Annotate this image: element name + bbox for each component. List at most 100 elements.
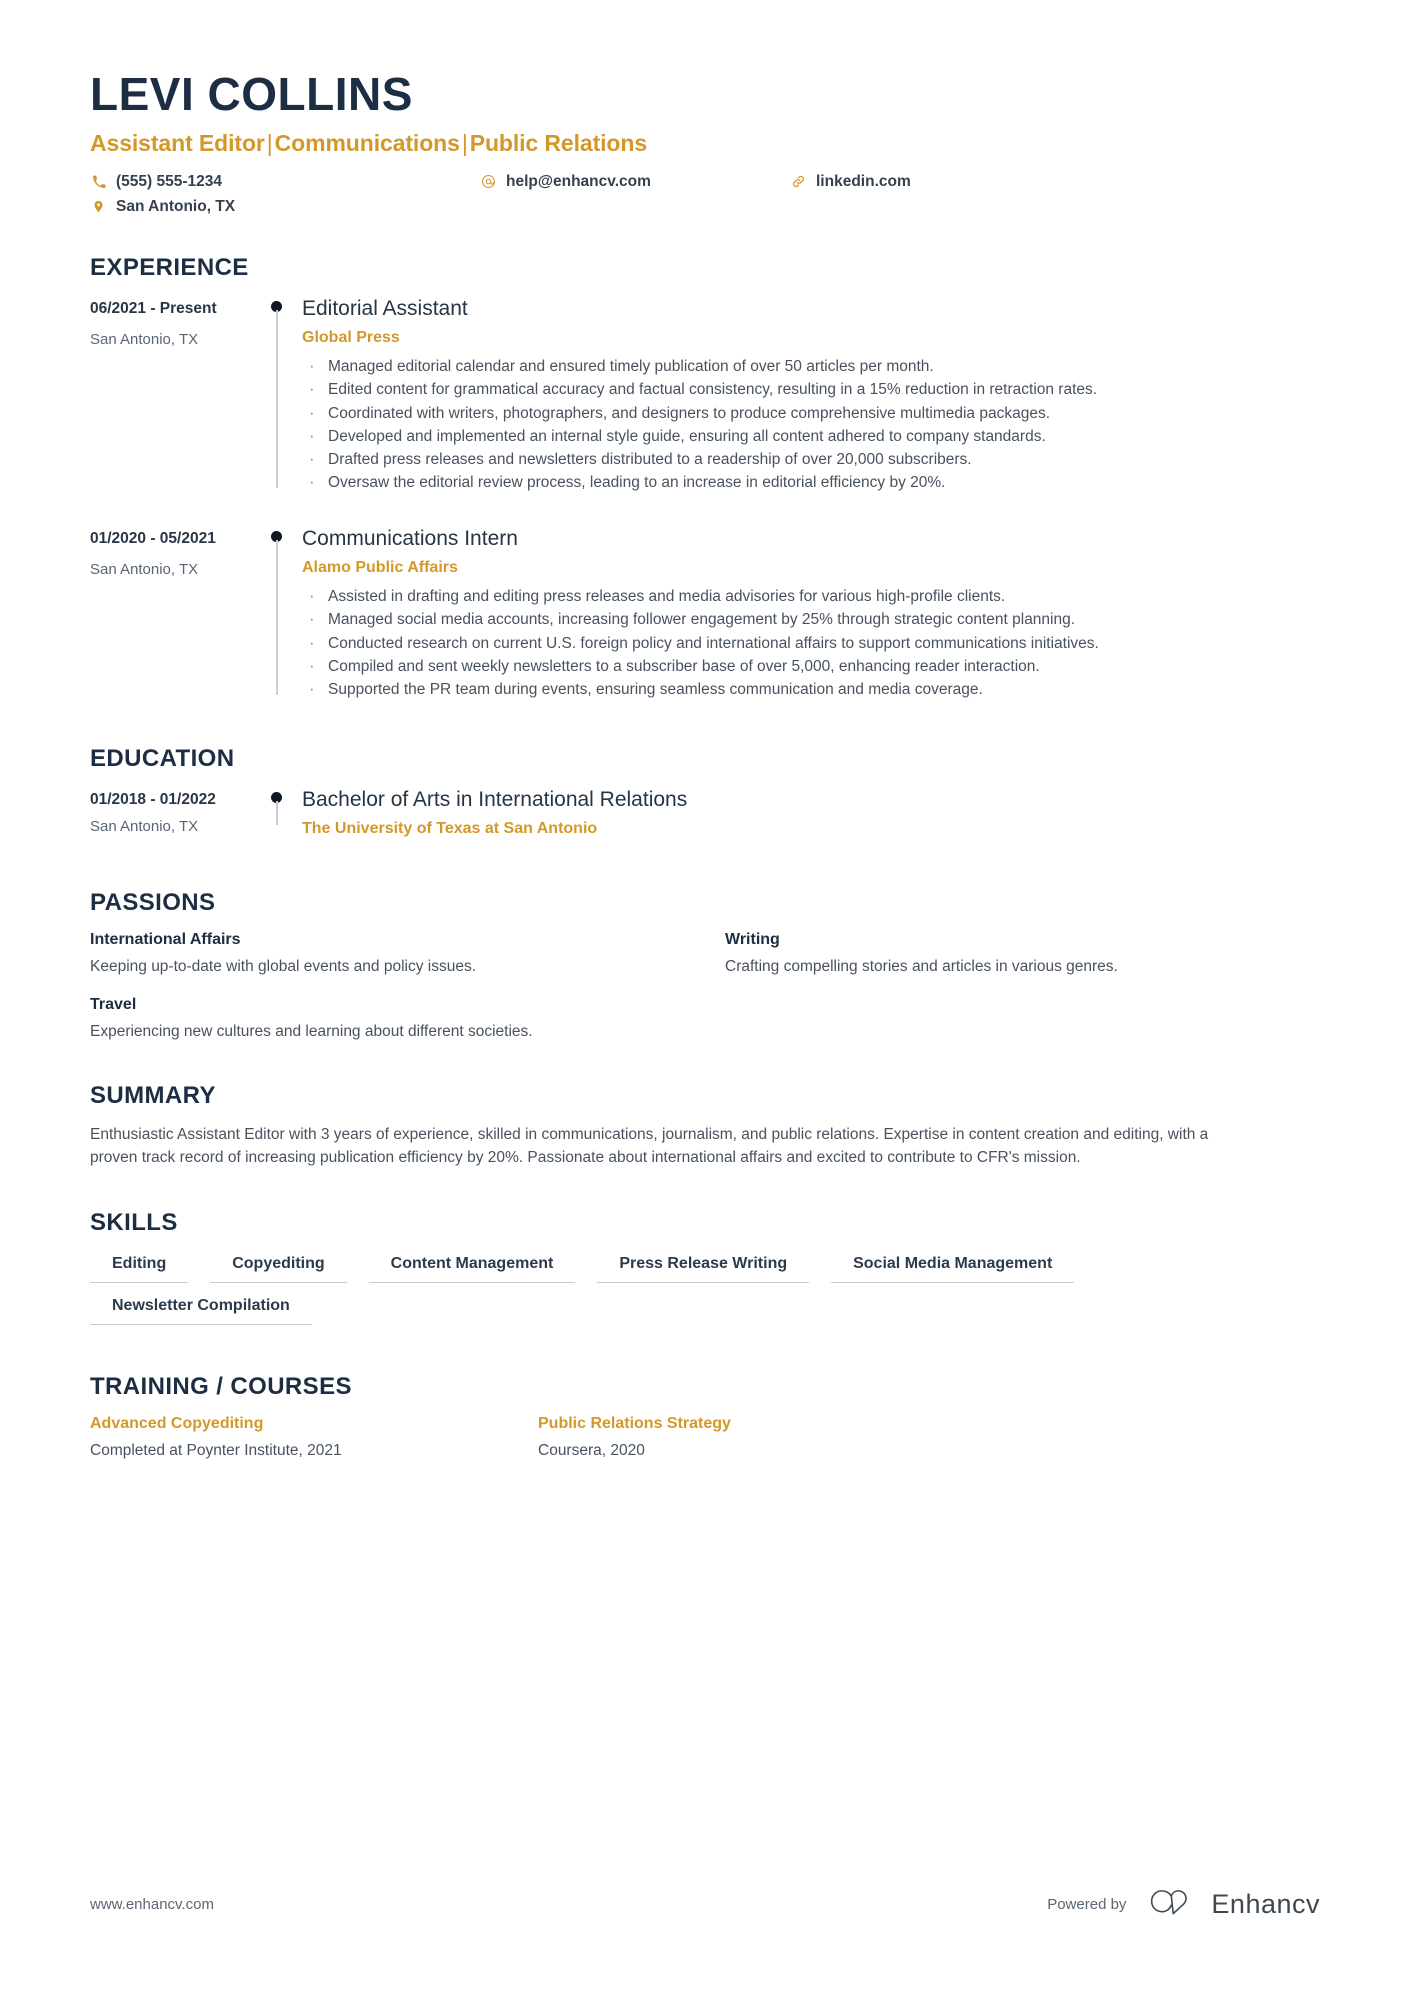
passion-description: Crafting compelling stories and articles… <box>725 957 1118 975</box>
timeline-marker <box>260 296 302 496</box>
passion-item: International Affairs Keeping up-to-date… <box>90 931 685 978</box>
passions-title: PASSIONS <box>90 888 216 916</box>
list-item: Drafted press releases and newsletters d… <box>302 447 1320 472</box>
list-item: Supported the PR team during events, ens… <box>302 677 1320 702</box>
experience-entry: 06/2021 - Present San Antonio, TX Editor… <box>90 296 1320 496</box>
training-description: Coursera, 2020 <box>538 1442 645 1460</box>
skills-title: SKILLS <box>90 1209 178 1237</box>
contact-details: (555) 555-1234 help@enhancv.com linkedin… <box>90 173 1320 216</box>
skill-tag: Press Release Writing <box>597 1251 810 1284</box>
experience-entry-location: San Antonio, TX <box>90 330 199 348</box>
experience-section: EXPERIENCE 06/2021 - Present San Antonio… <box>0 254 1410 703</box>
education-entry-degree: Bachelor of Arts in International Relati… <box>302 787 688 811</box>
experience-entry-body: Communications Intern Alamo Public Affai… <box>302 526 1320 703</box>
enhancv-logo: Enhancv <box>1148 1889 1320 1920</box>
skills-section: SKILLS Editing Copyediting Content Manag… <box>0 1209 1410 1326</box>
page-footer: www.enhancv.com Powered by Enhancv <box>90 1889 1320 1920</box>
skills-list: Editing Copyediting Content Management P… <box>90 1251 1240 1326</box>
experience-entry-location: San Antonio, TX <box>90 560 199 578</box>
experience-entry-meta: 06/2021 - Present San Antonio, TX <box>90 296 260 496</box>
experience-entry-meta: 01/2020 - 05/2021 San Antonio, TX <box>90 526 260 703</box>
experience-entry-role: Communications Intern <box>302 526 518 550</box>
passion-description: Keeping up-to-date with global events an… <box>90 957 477 975</box>
education-entry-date: 01/2018 - 01/2022 <box>90 790 216 808</box>
education-entry-meta: 01/2018 - 01/2022 San Antonio, TX <box>90 787 260 847</box>
experience-entry-bullets: Managed editorial calendar and ensured t… <box>302 354 1320 495</box>
experience-entry-date: 01/2020 - 05/2021 <box>90 529 216 547</box>
footer-website-url[interactable]: www.enhancv.com <box>90 1896 214 1913</box>
passion-item: Writing Crafting compelling stories and … <box>725 931 1320 978</box>
training-name: Advanced Copyediting <box>90 1415 264 1433</box>
footer-branding: Powered by Enhancv <box>1047 1889 1320 1920</box>
training-item: Public Relations Strategy Coursera, 2020 <box>538 1415 1320 1462</box>
summary-section: SUMMARY Enthusiastic Assistant Editor wi… <box>0 1082 1410 1169</box>
passion-item: Travel Experiencing new cultures and lea… <box>90 996 685 1043</box>
training-item: Advanced Copyediting Completed at Poynte… <box>90 1415 498 1462</box>
education-entry-body: Bachelor of Arts in International Relati… <box>302 787 1320 847</box>
experience-entry: 01/2020 - 05/2021 San Antonio, TX Commun… <box>90 526 1320 703</box>
candidate-headline: Assistant Editor|Communications|Public R… <box>90 130 1320 157</box>
enhancv-mark-icon <box>1148 1889 1198 1920</box>
list-item: Oversaw the editorial review process, le… <box>302 470 1320 495</box>
training-list: Advanced Copyediting Completed at Poynte… <box>90 1415 1320 1462</box>
training-section: TRAINING / COURSES Advanced Copyediting … <box>0 1373 1410 1462</box>
timeline-line <box>276 800 278 825</box>
skill-tag: Editing <box>90 1251 189 1284</box>
summary-title: SUMMARY <box>90 1082 216 1110</box>
headline-separator: | <box>461 129 468 156</box>
skill-tag: Copyediting <box>210 1251 347 1284</box>
education-entry-location: San Antonio, TX <box>90 817 199 835</box>
experience-entry-company: Global Press <box>302 328 400 346</box>
candidate-name: LEVI COLLINS <box>90 68 413 120</box>
resume-page: LEVI COLLINS Assistant Editor|Communicat… <box>0 0 1410 1995</box>
powered-by-label: Powered by <box>1047 1896 1127 1913</box>
headline-separator: | <box>266 129 273 156</box>
training-name: Public Relations Strategy <box>538 1415 731 1433</box>
timeline-line <box>276 309 278 488</box>
training-title: TRAINING / COURSES <box>90 1373 352 1401</box>
passion-description: Experiencing new cultures and learning a… <box>90 1022 533 1040</box>
training-description: Completed at Poynter Institute, 2021 <box>90 1442 342 1460</box>
skill-tag: Social Media Management <box>831 1251 1075 1284</box>
skill-tag: Content Management <box>368 1251 576 1284</box>
experience-entry-bullets: Assisted in drafting and editing press r… <box>302 584 1320 702</box>
list-item: Managed editorial calendar and ensured t… <box>302 354 1320 379</box>
list-item: Assisted in drafting and editing press r… <box>302 584 1320 609</box>
contact-location-value: San Antonio, TX <box>116 197 236 215</box>
list-item: Conducted research on current U.S. forei… <box>302 631 1320 656</box>
contact-link[interactable]: linkedin.com <box>790 173 1320 191</box>
contact-email-value: help@enhancv.com <box>506 172 651 190</box>
skill-tag: Newsletter Compilation <box>90 1293 312 1326</box>
passion-name: Writing <box>725 930 780 948</box>
list-item: Coordinated with writers, photographers,… <box>302 401 1320 426</box>
headline-part-1: Assistant Editor <box>90 129 265 156</box>
education-entry: 01/2018 - 01/2022 San Antonio, TX Bachel… <box>90 787 1320 847</box>
timeline-marker <box>260 787 302 847</box>
timeline-line <box>276 539 278 695</box>
email-icon <box>480 174 497 189</box>
contact-location: San Antonio, TX <box>90 198 480 216</box>
timeline-marker <box>260 526 302 703</box>
experience-entry-date: 06/2021 - Present <box>90 299 217 317</box>
list-item: Developed and implemented an internal st… <box>302 424 1320 449</box>
contact-link-value: linkedin.com <box>816 172 911 190</box>
passions-list: International Affairs Keeping up-to-date… <box>90 931 1320 1042</box>
location-icon <box>90 199 107 214</box>
passion-name: Travel <box>90 995 137 1013</box>
experience-entry-body: Editorial Assistant Global Press Managed… <box>302 296 1320 496</box>
passion-name: International Affairs <box>90 930 241 948</box>
summary-text: Enthusiastic Assistant Editor with 3 yea… <box>90 1126 1209 1166</box>
contact-phone-value: (555) 555-1234 <box>116 172 222 190</box>
list-item: Compiled and sent weekly newsletters to … <box>302 654 1320 679</box>
headline-part-2: Communications <box>274 129 460 156</box>
contact-email[interactable]: help@enhancv.com <box>480 173 790 191</box>
enhancv-wordmark: Enhancv <box>1211 1889 1320 1919</box>
education-section: EDUCATION 01/2018 - 01/2022 San Antonio,… <box>0 745 1410 847</box>
headline-part-3: Public Relations <box>469 129 648 156</box>
list-item: Edited content for grammatical accuracy … <box>302 377 1320 402</box>
experience-entry-company: Alamo Public Affairs <box>302 559 458 577</box>
resume-header: LEVI COLLINS Assistant Editor|Communicat… <box>0 0 1410 216</box>
link-icon <box>790 174 807 189</box>
contact-phone[interactable]: (555) 555-1234 <box>90 173 480 191</box>
education-entry-school: The University of Texas at San Antonio <box>302 819 598 837</box>
